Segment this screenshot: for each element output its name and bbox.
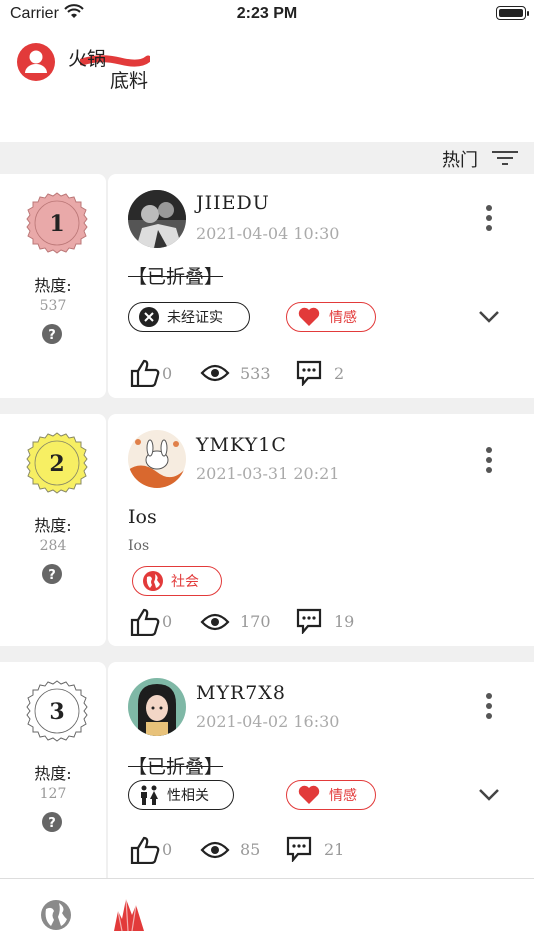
- x-circle-icon: [139, 307, 159, 327]
- view-count: 85: [240, 840, 261, 859]
- logo-text-2: 底料: [110, 70, 149, 92]
- like-count: 0: [162, 612, 173, 631]
- heat-label: 热度:: [34, 276, 72, 295]
- post-card[interactable]: MYR7X8 2021-04-02 16:30 【已折叠】 性相关 情感 0 8…: [108, 662, 534, 892]
- heat-label: 热度:: [34, 516, 72, 535]
- post-timestamp: 2021-04-02 16:30: [196, 712, 340, 731]
- clock: 2:23 PM: [236, 5, 298, 22]
- tag-society[interactable]: 社会: [132, 566, 222, 596]
- rank-number: 2: [49, 451, 64, 477]
- battery-icon: [496, 6, 529, 20]
- post-body: Ios: [128, 538, 150, 554]
- rank-badge: 1: [26, 192, 88, 254]
- user-avatar[interactable]: [128, 190, 186, 248]
- svg-text:?: ?: [48, 816, 56, 831]
- thumbs-up-icon[interactable]: [130, 608, 160, 636]
- rank-badge: 2: [26, 432, 88, 494]
- globe-tab-icon[interactable]: [40, 899, 72, 931]
- profile-icon[interactable]: [16, 42, 56, 82]
- app-logo: 火锅 底料: [66, 44, 166, 92]
- post-timestamp: 2021-03-31 20:21: [196, 464, 340, 483]
- rank-number: 1: [49, 211, 64, 237]
- heat-value: 284: [39, 538, 67, 554]
- sort-hot-label[interactable]: 热门: [442, 146, 478, 172]
- eye-icon: [200, 841, 230, 859]
- comment-icon[interactable]: [296, 608, 322, 634]
- heart-icon: [298, 307, 320, 326]
- thumbs-up-icon[interactable]: [130, 836, 160, 864]
- rank-column: 1 热度: 537 ?: [0, 174, 106, 398]
- username[interactable]: JIIEDU: [196, 192, 270, 214]
- eye-icon: [200, 613, 230, 631]
- help-icon[interactable]: ?: [42, 812, 62, 832]
- thumbs-up-icon[interactable]: [130, 359, 160, 387]
- restroom-icon: [141, 785, 158, 805]
- heat-label: 热度:: [34, 764, 72, 783]
- comment-count: 2: [334, 364, 345, 383]
- tag-label: 未经证实: [167, 310, 223, 326]
- post-card[interactable]: JIIEDU 2021-04-04 10:30 【已折叠】 未经证实 情感 0 …: [108, 174, 534, 398]
- more-options-icon[interactable]: [480, 692, 498, 720]
- rank-column: 2 热度: 284 ?: [0, 414, 106, 646]
- svg-text:?: ?: [48, 328, 56, 343]
- tag-sex-related[interactable]: 性相关: [128, 780, 234, 810]
- like-count: 0: [162, 364, 173, 383]
- bottom-tab-bar: [0, 878, 534, 950]
- tag-label: 性相关: [167, 788, 209, 804]
- globe-icon: [143, 571, 163, 591]
- username[interactable]: YMKY1C: [196, 434, 287, 456]
- post-title[interactable]: 【已折叠】: [128, 752, 223, 779]
- username[interactable]: MYR7X8: [196, 682, 286, 704]
- app-header: 火锅 底料: [0, 28, 534, 142]
- eye-icon: [200, 364, 230, 382]
- post-timestamp: 2021-04-04 10:30: [196, 224, 340, 243]
- status-bar: Carrier 2:23 PM: [0, 0, 534, 28]
- comment-icon[interactable]: [286, 836, 312, 862]
- chevron-down-icon[interactable]: [478, 310, 500, 324]
- post-card[interactable]: YMKY1C 2021-03-31 20:21 Ios Ios 社会 0 170…: [108, 414, 534, 646]
- post-item[interactable]: 2 热度: 284 ? YMKY1C 2021-03-31 20:21 Ios …: [0, 414, 534, 662]
- heat-value: 127: [39, 786, 67, 802]
- view-count: 170: [240, 612, 271, 631]
- tag-unverified[interactable]: 未经证实: [128, 302, 250, 332]
- tag-emotion[interactable]: 情感: [286, 780, 376, 810]
- heart-icon: [298, 785, 320, 804]
- rank-number: 3: [49, 699, 64, 725]
- help-icon[interactable]: ?: [42, 564, 62, 584]
- rank-badge: 3: [26, 680, 88, 742]
- like-count: 0: [162, 840, 173, 859]
- post-feed: 1 热度: 537 ? JIIEDU 2021-04-04 10:30 【已折叠…: [0, 174, 534, 892]
- heat-value: 537: [39, 298, 67, 314]
- post-title[interactable]: Ios: [128, 506, 157, 528]
- svg-text:?: ?: [48, 568, 56, 583]
- comment-count: 19: [334, 612, 355, 631]
- view-count: 533: [240, 364, 271, 383]
- post-item[interactable]: 1 热度: 537 ? JIIEDU 2021-04-04 10:30 【已折叠…: [0, 174, 534, 414]
- user-avatar[interactable]: [128, 430, 186, 488]
- more-options-icon[interactable]: [480, 204, 498, 232]
- comment-count: 21: [324, 840, 345, 859]
- tag-label: 社会: [171, 574, 199, 590]
- comment-icon[interactable]: [296, 360, 322, 386]
- hot-tab-icon[interactable]: [112, 893, 146, 935]
- user-avatar[interactable]: [128, 678, 186, 736]
- post-item[interactable]: 3 热度: 127 ? MYR7X8 2021-04-02 16:30 【已折叠…: [0, 662, 534, 892]
- sort-bar: 热门: [0, 142, 534, 174]
- chevron-down-icon[interactable]: [478, 788, 500, 802]
- more-options-icon[interactable]: [480, 446, 498, 474]
- tag-label: 情感: [329, 788, 357, 804]
- filter-icon[interactable]: [492, 149, 518, 167]
- help-icon[interactable]: ?: [42, 324, 62, 344]
- logo-text-1: 火锅: [68, 48, 107, 70]
- tag-emotion[interactable]: 情感: [286, 302, 376, 332]
- post-title[interactable]: 【已折叠】: [128, 262, 223, 289]
- tag-label: 情感: [329, 310, 357, 326]
- rank-column: 3 热度: 127 ?: [0, 662, 106, 892]
